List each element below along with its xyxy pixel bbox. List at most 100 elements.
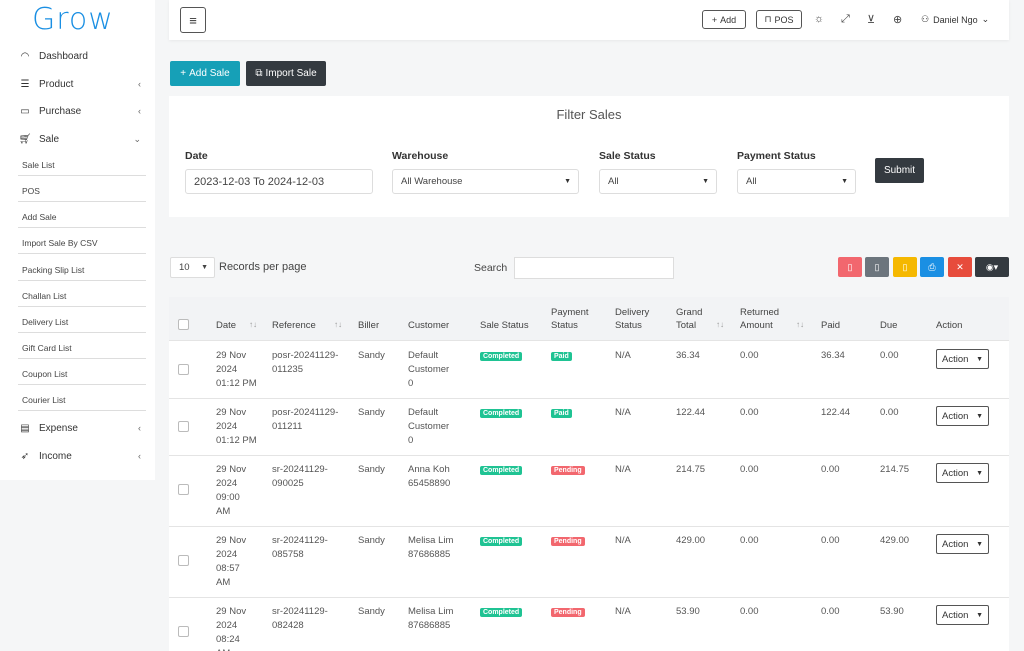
sidebar-subitem-import-sale-csv[interactable]: Import Sale By CSV — [18, 232, 146, 254]
col-label-line: Amount — [740, 320, 773, 331]
col-due[interactable]: Due — [880, 319, 897, 332]
sidebar-subitem-coupon[interactable]: Coupon List — [18, 363, 146, 385]
col-payment-status[interactable]: Payment Status — [551, 306, 589, 332]
menu-toggle-button[interactable]: ≡ — [180, 7, 206, 33]
basket-icon[interactable]: ⊻ — [867, 13, 875, 26]
export-excel-button[interactable]: ▯ — [893, 257, 917, 277]
sales-table: Date ↑↓ Reference ↑↓ Biller Customer Sal… — [169, 297, 1009, 651]
export-csv-button[interactable]: ▯ — [865, 257, 889, 277]
sidebar-item-income[interactable]: ➶ Income ‹ — [0, 446, 155, 466]
sidebar-subitem-challan[interactable]: Challan List — [18, 285, 146, 307]
col-sale-status[interactable]: Sale Status — [480, 319, 529, 332]
row-checkbox[interactable] — [178, 626, 189, 637]
topbar: ≡ + Add ⊓ POS ☼ ⤢ ⊻ ⊕ ⚇ Daniel Ngo ⌄ — [169, 0, 1009, 40]
user-name: Daniel Ngo — [933, 14, 978, 25]
submit-button[interactable]: Submit — [875, 158, 924, 183]
filter-card: Filter Sales Date 2023-12-03 To 2024-12-… — [169, 96, 1009, 217]
globe-icon[interactable]: ⊕ — [893, 13, 902, 26]
sale-status-select[interactable]: All ▼ — [599, 169, 717, 194]
payment-status-select[interactable]: All ▼ — [737, 169, 856, 194]
sidebar-item-expense[interactable]: ▤ Expense ‹ — [0, 418, 155, 438]
sale-status-value: All — [608, 176, 619, 187]
row-checkbox[interactable] — [178, 555, 189, 566]
cell-date: 29 Nov 2024 01:12 PM — [216, 406, 257, 448]
sidebar-subitem-gift-card[interactable]: Gift Card List — [18, 337, 146, 359]
sidebar-item-label: Income — [39, 450, 72, 462]
sidebar-item-sale[interactable]: 🛒︎ Sale ⌄ — [0, 129, 155, 149]
caret-down-icon: ▼ — [201, 264, 208, 271]
col-grand-total[interactable]: Grand Total — [676, 306, 702, 332]
sun-icon[interactable]: ☼ — [814, 13, 824, 25]
sale-status-badge: Completed — [480, 537, 523, 546]
sort-desc-icon[interactable]: ↑↓ — [249, 320, 257, 329]
wallet-icon: ▤ — [20, 422, 30, 434]
print-button[interactable]: ⎙ — [920, 257, 944, 277]
date-line: 2024 — [216, 478, 238, 489]
date-line: 09:00 — [216, 492, 240, 503]
col-reference[interactable]: Reference — [272, 319, 316, 332]
row-checkbox[interactable] — [178, 421, 189, 432]
column-visibility-button[interactable]: ◉▾ — [975, 257, 1009, 277]
customer-line: 0 — [408, 435, 414, 446]
cell-customer: Melisa Lim 87686885 — [408, 534, 453, 562]
select-all-checkbox[interactable] — [178, 319, 189, 330]
col-date[interactable]: Date — [216, 319, 236, 332]
delete-button[interactable]: ✕ — [948, 257, 972, 277]
quick-add-button[interactable]: + Add — [702, 10, 746, 29]
col-delivery-status[interactable]: Delivery Status — [615, 306, 649, 332]
fullscreen-icon[interactable]: ⤢ — [841, 13, 850, 26]
date-line: 08:24 — [216, 634, 240, 645]
date-range-input[interactable]: 2023-12-03 To 2024-12-03 — [185, 169, 373, 194]
action-dropdown-button[interactable]: Action ▼ — [936, 349, 989, 369]
col-customer[interactable]: Customer — [408, 319, 449, 332]
col-returned-amount[interactable]: Returned Amount — [740, 306, 779, 332]
table-row: 29 Nov 2024 01:12 PM posr-20241129- 011235 … — [169, 342, 1009, 399]
add-sale-button[interactable]: + Add Sale — [170, 61, 240, 86]
warehouse-select[interactable]: All Warehouse ▼ — [392, 169, 579, 194]
sidebar-item-purchase[interactable]: ▭ Purchase ‹ — [0, 101, 155, 121]
col-paid[interactable]: Paid — [821, 319, 840, 332]
cell-biller: Sandy — [358, 350, 385, 361]
rocket-icon: ➶ — [20, 450, 30, 462]
sidebar-item-product[interactable]: ☰ Product ‹ — [0, 74, 155, 94]
sidebar-subitem-delivery[interactable]: Delivery List — [18, 311, 146, 333]
cell-customer: Anna Koh 65458890 — [408, 463, 450, 491]
row-checkbox[interactable] — [178, 364, 189, 375]
action-dropdown-button[interactable]: Action ▼ — [936, 406, 989, 426]
cell-date: 29 Nov 2024 01:12 PM — [216, 349, 257, 391]
pos-button[interactable]: ⊓ POS — [756, 10, 802, 29]
list-icon: ☰ — [20, 78, 30, 90]
sort-icon[interactable]: ↑↓ — [716, 320, 724, 329]
sidebar-subitem-sale-list[interactable]: Sale List — [18, 154, 146, 176]
sale-status-badge: Completed — [480, 352, 523, 361]
export-pdf-button[interactable]: ▯ — [838, 257, 862, 277]
sidebar-subitem-add-sale[interactable]: Add Sale — [18, 206, 146, 228]
sidebar-subitem-packing-slip[interactable]: Packing Slip List — [18, 259, 146, 281]
table-row: 29 Nov 2024 09:00 AM sr-20241129- 090025 San… — [169, 456, 1009, 527]
row-checkbox[interactable] — [178, 484, 189, 495]
records-per-page-select[interactable]: 10 ▼ — [170, 257, 215, 278]
sidebar-subitem-pos[interactable]: POS — [18, 180, 146, 202]
sort-icon[interactable]: ↑↓ — [796, 320, 804, 329]
sort-icon[interactable]: ↑↓ — [334, 320, 342, 329]
user-menu[interactable]: ⚇ Daniel Ngo ⌄ — [921, 14, 989, 25]
pdf-icon: ▯ — [847, 261, 853, 272]
action-dropdown-button[interactable]: Action ▼ — [936, 605, 989, 625]
caret-down-icon: ▼ — [841, 178, 848, 185]
reference-line: sr-20241129- — [272, 606, 328, 617]
col-biller[interactable]: Biller — [358, 319, 379, 332]
cell-reference: sr-20241129- 090025 — [272, 463, 328, 491]
action-dropdown-button[interactable]: Action ▼ — [936, 463, 989, 483]
sidebar-item-dashboard[interactable]: ◠ Dashboard — [0, 46, 155, 66]
search-input[interactable] — [514, 257, 674, 279]
cell-biller: Sandy — [358, 464, 385, 475]
filter-title: Filter Sales — [556, 107, 622, 122]
col-label-line: Returned — [740, 307, 780, 318]
sale-status-label: Sale Status — [599, 150, 656, 162]
sidebar-subitem-courier[interactable]: Courier List — [18, 389, 146, 411]
date-line: 2024 — [216, 620, 238, 631]
sale-status-badge: Completed — [480, 608, 523, 617]
cell-due: 53.90 — [880, 606, 904, 617]
action-dropdown-button[interactable]: Action ▼ — [936, 534, 989, 554]
import-sale-button[interactable]: ⧉ Import Sale — [246, 61, 326, 86]
